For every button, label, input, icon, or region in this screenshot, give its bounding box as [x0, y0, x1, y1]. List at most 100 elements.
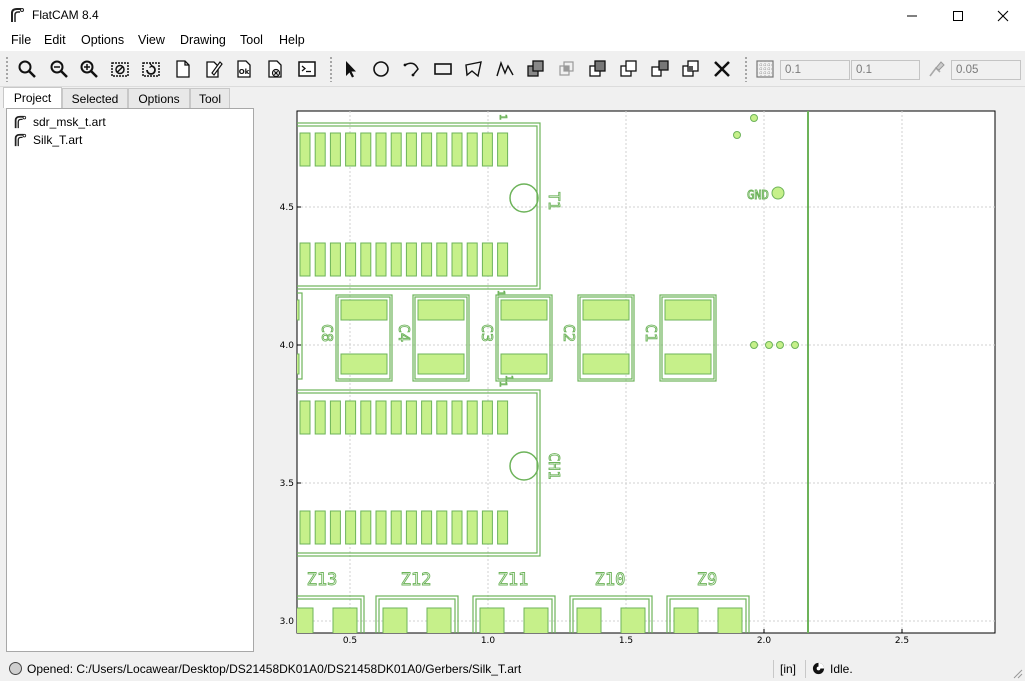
zoom-in-button[interactable]	[77, 57, 101, 81]
pin-one-marker: 1	[497, 114, 508, 120]
menu-view[interactable]: View	[138, 33, 165, 47]
connector-pad	[481, 400, 493, 435]
connector-pad	[405, 510, 417, 545]
snap-max-input[interactable]	[951, 60, 1021, 80]
path-icon	[496, 60, 514, 77]
polygon-icon	[465, 61, 482, 78]
connector-pad	[299, 242, 311, 277]
menu-edit[interactable]: Edit	[44, 33, 66, 47]
maximize-button[interactable]	[935, 0, 981, 31]
plot-canvas-area[interactable]: 0.5 1.0 1.5 2.0 2.5 4.5 4.0 3.5 3.0 T1 1 CH1 1 C8 C4 C3…	[262, 88, 1025, 652]
delete-shape-button[interactable]	[710, 57, 734, 81]
snap-corner-button[interactable]	[924, 57, 948, 81]
intersection-button[interactable]	[555, 57, 579, 81]
magnet-icon	[929, 61, 945, 77]
tab-selected[interactable]: Selected	[62, 88, 128, 108]
select-tool-button[interactable]	[338, 57, 362, 81]
connector-pad	[466, 510, 478, 545]
window-title: FlatCAM 8.4	[32, 8, 99, 22]
plot-canvas[interactable]: 0.5 1.0 1.5 2.0 2.5 4.5 4.0 3.5 3.0 T1 1 CH1 1 C8 C4 C3…	[262, 88, 1025, 652]
project-item[interactable]: sdr_msk_t.art	[13, 114, 106, 130]
cut-icon	[620, 60, 637, 77]
minimize-icon	[907, 15, 917, 16]
add-arc-button[interactable]	[400, 57, 424, 81]
minimize-button[interactable]	[889, 0, 935, 31]
connector-pad	[451, 510, 463, 545]
replot-button[interactable]	[139, 57, 163, 81]
capacitor-pad	[664, 353, 712, 375]
subtract-button[interactable]	[586, 57, 610, 81]
toolbar-grip[interactable]	[329, 56, 333, 82]
shell-button[interactable]	[295, 57, 319, 81]
add-polygon-button[interactable]	[462, 57, 486, 81]
clear-plot-button[interactable]	[108, 57, 132, 81]
label-capacitor: C8	[318, 324, 336, 342]
union-button[interactable]	[524, 57, 548, 81]
connector-pad	[481, 510, 493, 545]
update-geometry-button[interactable]: Ok	[232, 57, 256, 81]
via	[750, 341, 758, 349]
terminal-icon	[298, 61, 316, 77]
zoom-fit-button[interactable]	[15, 57, 39, 81]
via	[791, 341, 799, 349]
connector-pad	[345, 132, 357, 167]
connector-pad	[390, 400, 402, 435]
tab-project[interactable]: Project	[3, 87, 62, 108]
edit-geometry-button[interactable]	[201, 57, 225, 81]
add-rectangle-button[interactable]	[431, 57, 455, 81]
x-tick-label: 1.5	[619, 636, 633, 646]
project-item-label: sdr_msk_t.art	[33, 115, 106, 129]
connector-pad	[436, 510, 448, 545]
menu-file[interactable]: File	[11, 33, 31, 47]
status-bar: Opened: C:/Users/Locawear/Desktop/DS2145…	[0, 657, 1025, 681]
menu-help[interactable]: Help	[279, 33, 305, 47]
tab-options[interactable]: Options	[128, 88, 190, 108]
label-zener: Z12	[401, 570, 432, 590]
toolbar-grip[interactable]	[5, 56, 9, 82]
menu-drawing[interactable]: Drawing	[180, 33, 226, 47]
capacitor-pad	[340, 353, 388, 375]
connector-pad	[405, 242, 417, 277]
connector-pad	[345, 400, 357, 435]
union-icon	[527, 60, 544, 77]
connector-pad	[345, 510, 357, 545]
move-button[interactable]	[679, 57, 703, 81]
capacitor-pad	[417, 299, 465, 321]
tab-tool[interactable]: Tool	[190, 88, 230, 108]
x-tick-label: 2.5	[895, 636, 909, 646]
project-item[interactable]: Silk_T.art	[13, 132, 82, 148]
connector-pad	[466, 132, 478, 167]
y-tick-label: 4.5	[280, 203, 294, 213]
clear-plot-icon	[111, 62, 129, 77]
menu-tool[interactable]: Tool	[240, 33, 263, 47]
new-project-button[interactable]	[171, 57, 195, 81]
gerber-object-icon	[14, 115, 27, 129]
label-zener: Z10	[595, 570, 626, 590]
connector-pad	[421, 400, 433, 435]
grid-y-input[interactable]	[851, 60, 920, 80]
zoom-out-button[interactable]	[47, 57, 71, 81]
label-t1: T1	[545, 192, 563, 210]
menu-options[interactable]: Options	[81, 33, 124, 47]
grid-x-input[interactable]	[780, 60, 850, 80]
zoom-fit-icon	[18, 60, 36, 78]
add-circle-button[interactable]	[369, 57, 393, 81]
toolbar-grip[interactable]	[744, 56, 748, 82]
units-label[interactable]: [in]	[780, 662, 796, 676]
connector-pad	[421, 242, 433, 277]
pin-one-marker: 1	[497, 381, 508, 387]
close-button[interactable]	[980, 0, 1025, 31]
connector-pad	[314, 510, 326, 545]
add-path-button[interactable]	[493, 57, 517, 81]
cut-path-button[interactable]	[617, 57, 641, 81]
grid-snap-button[interactable]	[753, 57, 777, 81]
delete-object-button[interactable]	[263, 57, 287, 81]
copy-button[interactable]	[648, 57, 672, 81]
resize-grip-icon[interactable]	[1011, 667, 1023, 679]
connector-pad	[375, 242, 387, 277]
connector-pad	[360, 132, 372, 167]
connector-pad	[314, 132, 326, 167]
capacitor-pad	[417, 353, 465, 375]
connector-pad	[436, 132, 448, 167]
toolbar: Ok	[0, 51, 1025, 87]
